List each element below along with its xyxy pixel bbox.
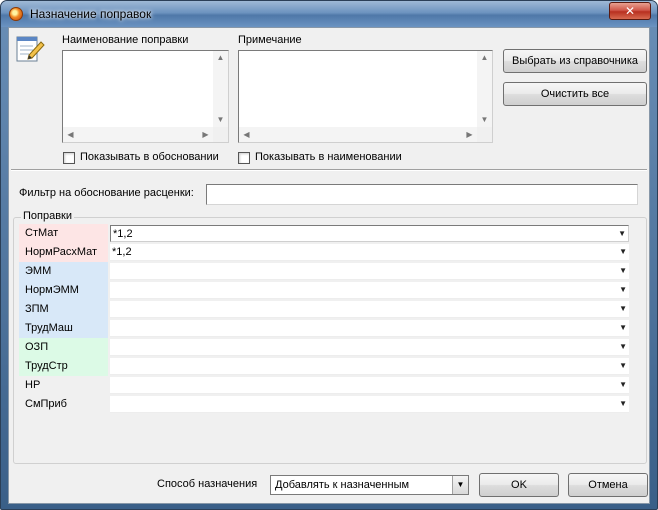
- scroll-right-icon[interactable]: ▶: [198, 130, 213, 140]
- assign-method-label: Способ назначения: [157, 478, 258, 490]
- chevron-down-icon[interactable]: ▼: [619, 377, 627, 393]
- correction-name-label: Наименование поправки: [62, 34, 189, 46]
- scroll-down-icon[interactable]: ▼: [477, 115, 492, 125]
- name-memo-hscrollbar[interactable]: ◀ ▶: [63, 127, 213, 142]
- show-in-name-checkbox[interactable]: [238, 152, 250, 164]
- scroll-down-icon[interactable]: ▼: [213, 115, 228, 125]
- pick-from-reference-button[interactable]: Выбрать из справочника: [503, 49, 647, 73]
- correction-row-label: НормРасхМат: [19, 243, 108, 262]
- chevron-down-icon[interactable]: ▼: [619, 263, 627, 279]
- window-title: Назначение поправок: [30, 7, 152, 21]
- chevron-down-icon[interactable]: ▼: [618, 226, 626, 242]
- top-separator: [11, 169, 647, 171]
- note-memo-hscrollbar[interactable]: ◀ ▶: [239, 127, 477, 142]
- correction-row-combo[interactable]: ▼: [110, 301, 629, 318]
- correction-row-label: НР: [19, 376, 108, 395]
- correction-row-label: ЭММ: [19, 262, 108, 281]
- show-in-justification-checkbox[interactable]: [63, 152, 75, 164]
- correction-row-label: СтМат: [19, 224, 108, 243]
- name-memo-vscrollbar[interactable]: ▲ ▼: [213, 51, 228, 127]
- chevron-down-icon[interactable]: ▼: [619, 358, 627, 374]
- assign-method-select[interactable]: Добавлять к назначенным ▼: [270, 475, 469, 495]
- note-memo-vscrollbar[interactable]: ▲ ▼: [477, 51, 492, 127]
- correction-row-label: СмПриб: [19, 395, 108, 414]
- scroll-left-icon[interactable]: ◀: [239, 130, 254, 140]
- notepad-pencil-icon: [16, 36, 45, 62]
- scroll-up-icon[interactable]: ▲: [477, 53, 492, 63]
- correction-row-label: ТрудСтр: [19, 357, 108, 376]
- correction-name-memo[interactable]: ▲ ▼ ◀ ▶: [62, 50, 229, 143]
- note-memo[interactable]: ▲ ▼ ◀ ▶: [238, 50, 493, 143]
- chevron-down-icon[interactable]: ▼: [619, 396, 627, 412]
- scroll-left-icon[interactable]: ◀: [63, 130, 78, 140]
- scroll-up-icon[interactable]: ▲: [213, 53, 228, 63]
- show-in-name-label: Показывать в наименовании: [255, 151, 402, 163]
- correction-row-label: ОЗП: [19, 338, 108, 357]
- correction-row-combo[interactable]: ▼: [110, 320, 629, 337]
- show-in-justification-label: Показывать в обосновании: [80, 151, 219, 163]
- correction-row-label: ТрудМаш: [19, 319, 108, 338]
- chevron-down-icon[interactable]: ▼: [619, 244, 627, 260]
- title-bar[interactable]: Назначение поправок ✕: [1, 1, 657, 27]
- ok-button[interactable]: OK: [479, 473, 559, 497]
- correction-row-combo[interactable]: *1,2 ▼: [110, 244, 629, 261]
- filter-input[interactable]: [206, 184, 638, 205]
- clear-all-button[interactable]: Очистить все: [503, 82, 647, 106]
- scroll-right-icon[interactable]: ▶: [462, 130, 477, 140]
- chevron-down-icon[interactable]: ▼: [619, 320, 627, 336]
- chevron-down-icon[interactable]: ▼: [619, 282, 627, 298]
- correction-row-combo[interactable]: *1,2 ▼: [110, 225, 629, 242]
- close-button[interactable]: ✕: [609, 2, 651, 20]
- correction-row-label: ЗПМ: [19, 300, 108, 319]
- chevron-down-icon[interactable]: ▼: [619, 301, 627, 317]
- correction-row-combo[interactable]: ▼: [110, 377, 629, 394]
- correction-row-label: НормЭММ: [19, 281, 108, 300]
- dialog-window: Назначение поправок ✕ Наименование попра…: [0, 0, 658, 510]
- correction-row-combo[interactable]: ▼: [110, 263, 629, 280]
- correction-row-combo[interactable]: ▼: [110, 339, 629, 356]
- note-label: Примечание: [238, 34, 302, 46]
- corrections-group-caption: Поправки: [21, 210, 75, 222]
- dialog-client: Наименование поправки ▲ ▼ ◀ ▶ Примечание…: [8, 27, 650, 504]
- app-icon: [9, 7, 23, 21]
- chevron-down-icon[interactable]: ▼: [452, 476, 468, 494]
- filter-label: Фильтр на обоснование расценки:: [19, 187, 194, 199]
- correction-row-combo[interactable]: ▼: [110, 282, 629, 299]
- correction-row-combo[interactable]: ▼: [110, 358, 629, 375]
- correction-row-combo[interactable]: ▼: [110, 396, 629, 413]
- cancel-button[interactable]: Отмена: [568, 473, 648, 497]
- chevron-down-icon[interactable]: ▼: [619, 339, 627, 355]
